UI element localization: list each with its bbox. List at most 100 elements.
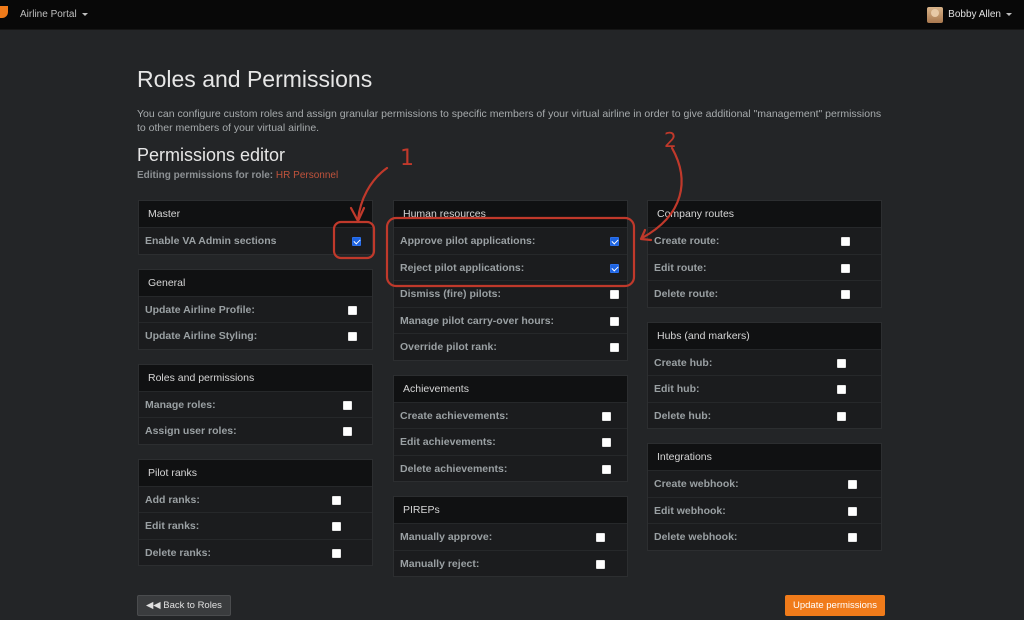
panel-title: Roles and permissions <box>139 364 372 391</box>
permission-label: Manage roles: <box>145 398 216 411</box>
panel-title: PIREPs <box>394 497 627 523</box>
permission-row: Create hub: <box>648 348 881 376</box>
permission-panel: Roles and permissions Manage roles: Assign… <box>138 363 373 445</box>
permission-checkbox[interactable] <box>352 237 361 246</box>
page-title: Roles and Permissions <box>137 66 373 92</box>
permission-row: Edit achievements: <box>394 428 627 455</box>
permission-label: Delete hub: <box>654 409 712 422</box>
permission-checkbox[interactable] <box>332 495 341 505</box>
permission-panel: General Update Airline Profile: Update Air… <box>138 268 373 350</box>
permission-row: Manually reject: <box>394 549 627 577</box>
permission-row: Edit route: <box>648 253 881 281</box>
permission-label: Edit webhook: <box>654 504 726 517</box>
permission-row: Create webhook: <box>648 470 881 497</box>
permission-row: Enable VA Admin sections <box>139 227 372 254</box>
permission-row: Delete achievements: <box>394 454 627 482</box>
permission-row: Edit hub: <box>648 375 881 402</box>
permission-panel: Master Enable VA Admin sections <box>138 200 373 255</box>
permission-label: Edit achievements: <box>400 436 496 448</box>
permission-checkbox[interactable] <box>841 263 850 273</box>
permission-checkbox[interactable] <box>348 305 357 315</box>
permission-row: Approve pilot applications: <box>394 227 627 254</box>
permission-label: Assign user roles: <box>145 425 237 437</box>
permission-label: Delete achievements: <box>400 462 508 475</box>
permission-checkbox[interactable] <box>343 400 352 410</box>
permission-label: Enable VA Admin sections <box>145 235 277 247</box>
brand-label: Airline Portal <box>20 9 77 20</box>
permission-row: Assign user roles: <box>139 417 372 444</box>
caret-down-icon <box>1006 13 1012 16</box>
permission-checkbox[interactable] <box>596 533 605 542</box>
permission-checkbox[interactable] <box>332 548 341 558</box>
permission-checkbox[interactable] <box>348 332 357 341</box>
permission-row: Create achievements: <box>394 401 627 429</box>
permission-label: Delete webhook: <box>654 531 738 543</box>
permission-checkbox[interactable] <box>848 506 857 516</box>
permission-row: Delete ranks: <box>139 538 372 566</box>
permission-row: Delete route: <box>648 280 881 307</box>
panel-title: Pilot ranks <box>139 459 372 486</box>
permission-checkbox[interactable] <box>610 316 619 326</box>
permission-row: Edit webhook: <box>648 496 881 524</box>
permission-checkbox[interactable] <box>602 464 611 474</box>
permission-row: Delete webhook: <box>648 523 881 550</box>
permission-checkbox[interactable] <box>848 480 857 489</box>
permission-checkbox[interactable] <box>596 559 605 569</box>
user-menu[interactable]: Bobby Allen <box>927 6 1012 23</box>
permission-row: Update Airline Styling: <box>139 322 372 349</box>
permission-checkbox[interactable] <box>332 522 341 531</box>
permission-checkbox[interactable] <box>841 290 850 299</box>
permission-panel: Human resources Approve pilot application… <box>393 200 628 361</box>
panel-title: Hubs (and markers) <box>648 322 881 349</box>
permission-panel: Integrations Create webhook: Edit webhook:… <box>647 443 882 551</box>
editing-role-line: Editing permissions for role: HR Personn… <box>137 170 882 181</box>
permission-panel: Pilot ranks Add ranks: Edit ranks: Delete r… <box>138 458 373 566</box>
permission-row: Reject pilot applications: <box>394 253 627 281</box>
panel-title: General <box>139 269 372 296</box>
back-to-roles-button[interactable]: ◀◀ Back to Roles <box>137 595 231 616</box>
permission-checkbox[interactable] <box>837 358 846 368</box>
permission-row: Add ranks: <box>139 485 372 513</box>
permission-row: Dismiss (fire) pilots: <box>394 280 627 307</box>
permission-label: Update Airline Styling: <box>145 330 258 342</box>
panel-title: Company routes <box>648 201 881 227</box>
permission-checkbox[interactable] <box>841 237 850 246</box>
permission-label: Dismiss (fire) pilots: <box>400 288 501 300</box>
avatar <box>927 6 944 23</box>
permission-row: Delete hub: <box>648 401 881 429</box>
update-permissions-button[interactable]: Update permissions <box>785 595 885 616</box>
permission-row: Manage roles: <box>139 390 372 418</box>
permission-row: Manage pilot carry-over hours: <box>394 306 627 334</box>
editor-title: Permissions editor <box>137 145 286 165</box>
permission-panel: Company routes Create route: Edit route: De… <box>647 200 882 308</box>
permission-label: Edit ranks: <box>145 520 200 532</box>
permission-checkbox[interactable] <box>848 533 857 542</box>
panel-title: Achievements <box>394 375 627 402</box>
permission-checkbox[interactable] <box>610 290 619 299</box>
permission-checkbox[interactable] <box>610 263 619 273</box>
permission-checkbox[interactable] <box>602 411 611 421</box>
brand-menu[interactable]: Airline Portal <box>0 0 88 30</box>
permission-checkbox[interactable] <box>343 427 352 436</box>
permission-row: Override pilot rank: <box>394 333 627 360</box>
permission-checkbox[interactable] <box>610 343 619 352</box>
page-description: You can configure custom roles and assig… <box>137 108 882 134</box>
permission-row: Edit ranks: <box>139 512 372 539</box>
permissions-column-2: Human resources Approve pilot application… <box>393 200 628 591</box>
permission-checkbox[interactable] <box>610 237 619 246</box>
permission-label: Manually reject: <box>400 557 480 570</box>
permission-label: Manually approve: <box>400 531 493 543</box>
permission-checkbox[interactable] <box>602 438 611 447</box>
caret-down-icon <box>81 13 88 16</box>
permission-checkbox[interactable] <box>837 411 846 421</box>
permission-label: Edit route: <box>654 261 707 274</box>
permission-checkbox[interactable] <box>837 385 846 394</box>
permission-label: Create achievements: <box>400 409 509 422</box>
panel-title: Human resources <box>394 201 627 227</box>
permission-label: Manage pilot carry-over hours: <box>400 314 555 327</box>
permission-panel: PIREPs Manually approve: Manually reject: <box>393 496 628 577</box>
permission-label: Edit hub: <box>654 383 700 395</box>
permission-label: Create webhook: <box>654 478 739 490</box>
permissions-column-3: Company routes Create route: Edit route: De… <box>647 200 882 565</box>
permissions-column-1: Master Enable VA Admin sections General Upd… <box>138 200 373 580</box>
